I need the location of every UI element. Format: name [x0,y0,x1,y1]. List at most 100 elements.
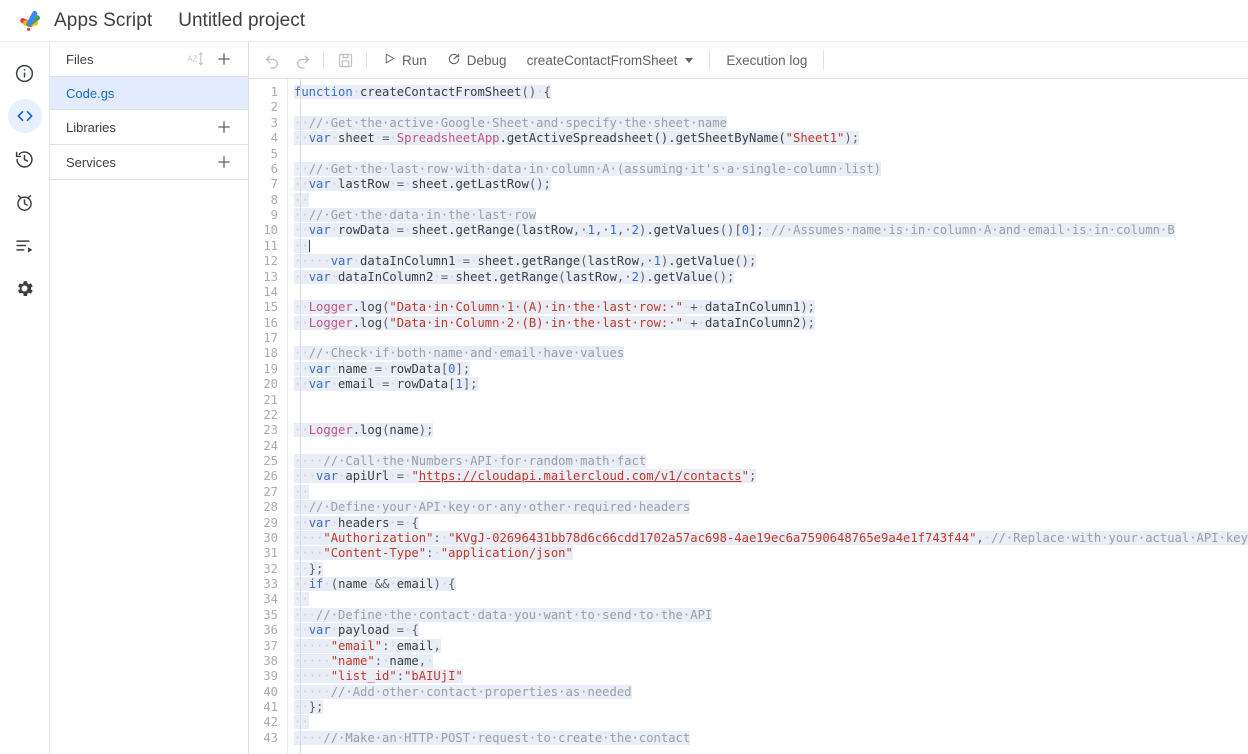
code-content[interactable]: function·createContactFromSheet()·{ ··//·… [287,79,1248,754]
line-number: 19 [249,362,278,377]
section-libraries[interactable]: Libraries [50,110,248,145]
code-line[interactable]: ··var·name·=·rowData[0]; [288,362,1248,377]
brand-name[interactable]: Apps Script [54,10,152,32]
line-number: 16 [249,316,278,331]
line-number: 36 [249,623,278,638]
undo-arrow-icon[interactable] [257,45,287,75]
execution-log-button[interactable]: Execution log [716,46,817,74]
add-service-icon[interactable] [214,152,234,172]
code-line[interactable]: ··var·email·=·rowData[1]; [288,377,1248,392]
code-line[interactable]: ··//·Get·the·data·in·the·last·row [288,208,1248,223]
sidebar-item-project-settings[interactable] [8,271,42,305]
code-line[interactable]: ····//·Make·an·HTTP·POST·request·to·crea… [288,731,1248,746]
debug-bug-icon [447,52,461,69]
code-line[interactable]: ··Logger.log("Data·in·Column·1·(A)·in·th… [288,300,1248,315]
line-number: 1 [249,85,278,100]
debug-button[interactable]: Debug [437,46,517,74]
chevron-down-icon [685,58,693,63]
code-line[interactable]: ·····//·Add·other·contact·properties·as·… [288,685,1248,700]
section-services[interactable]: Services [50,145,248,180]
code-line[interactable]: ··//·Get·the·active·Google·Sheet·and·spe… [288,116,1248,131]
line-number: 8 [249,193,278,208]
app-header: Apps Script Untitled project [0,0,1248,41]
code-line[interactable]: ····"Content-Type":·"application/json" [288,546,1248,561]
sidebar-item-editor[interactable] [8,99,42,133]
apps-script-logo-icon [20,8,46,34]
function-selector-label: createContactFromSheet [527,53,678,68]
svg-text:AZ: AZ [187,54,197,63]
code-line[interactable]: ···//·Define·the·contact·data·you·want·t… [288,608,1248,623]
code-line[interactable] [288,331,1248,346]
code-line[interactable] [288,285,1248,300]
line-number: 40 [249,685,278,700]
line-number: 15 [249,300,278,315]
line-number: 27 [249,485,278,500]
code-line[interactable]: ·· [288,239,1248,254]
code-line[interactable]: ·· [288,715,1248,730]
files-panel-header: Files AZ [50,42,248,77]
code-line[interactable]: ·····var·dataInColumn1·=·sheet.getRange(… [288,254,1248,269]
code-line[interactable]: ·· [288,592,1248,607]
redo-arrow-icon[interactable] [287,45,317,75]
code-line[interactable]: ··//·Get·the·last·row·with·data·in·colum… [288,162,1248,177]
line-number: 39 [249,669,278,684]
code-line[interactable] [288,439,1248,454]
text-cursor [309,240,310,252]
save-disk-icon[interactable] [330,45,360,75]
line-number: 6 [249,162,278,177]
file-item-code-gs[interactable]: Code.gs [50,77,248,110]
code-line[interactable]: ·····"name":·name,· [288,654,1248,669]
code-line[interactable] [288,393,1248,408]
code-line[interactable]: ··var·lastRow·=·sheet.getLastRow(); [288,177,1248,192]
code-line[interactable] [288,147,1248,162]
code-line[interactable]: ··var·sheet·=·SpreadsheetApp.getActiveSp… [288,131,1248,146]
code-editor[interactable]: 1234567891011121314151617181920212223242… [249,79,1248,754]
code-line[interactable]: ··Logger.log("Data·in·Column·2·(B)·in·th… [288,316,1248,331]
line-number: 33 [249,577,278,592]
line-number: 41 [249,700,278,715]
code-line[interactable]: ··var·rowData·=·sheet.getRange(lastRow,·… [288,223,1248,238]
code-line[interactable]: ·· [288,193,1248,208]
add-file-icon[interactable] [214,49,234,69]
code-line[interactable]: ··//·Check·if·both·name·and·email·have·v… [288,346,1248,361]
files-header-label: Files [66,52,184,67]
line-number: 25 [249,454,278,469]
code-line[interactable]: ··//·Define·your·API·key·or·any·other·re… [288,500,1248,515]
code-line[interactable]: ··if·(name·&&·email)·{ [288,577,1248,592]
project-title[interactable]: Untitled project [178,10,305,32]
code-line[interactable] [288,408,1248,423]
code-line[interactable]: ··}; [288,700,1248,715]
code-line[interactable]: ·····"list_id":"bAIUjI" [288,669,1248,684]
files-panel: Files AZ [49,42,249,754]
run-button-label: Run [402,53,427,68]
code-line[interactable]: ··var·payload·=·{ [288,623,1248,638]
sidebar-item-triggers[interactable] [8,185,42,219]
toolbar-divider-3 [709,51,710,69]
code-line[interactable]: ·····"email":·email, [288,639,1248,654]
sidebar-item-executions[interactable] [8,228,42,262]
code-line[interactable]: ····//·Call·the·Numbers·API·for·random·m… [288,454,1248,469]
file-item-label: Code.gs [66,86,114,101]
sort-alpha-icon[interactable]: AZ [184,49,204,69]
add-library-icon[interactable] [214,117,234,137]
workspace: Files AZ [0,41,1248,754]
line-number: 21 [249,393,278,408]
code-line[interactable]: ····"Authorization":·"KVgJ-02696431bb78d… [288,531,1248,546]
run-button[interactable]: Run [373,46,437,74]
editor-column: Run Debug createContactFromSheet [249,42,1248,754]
line-number: 37 [249,639,278,654]
code-line[interactable]: function·createContactFromSheet()·{ [288,85,1248,100]
code-line[interactable] [288,100,1248,115]
code-line[interactable]: ··var·headers·=·{ [288,516,1248,531]
sidebar-item-overview[interactable] [8,56,42,90]
sidebar-item-triggers-history[interactable] [8,142,42,176]
code-line[interactable]: ·· [288,485,1248,500]
code-line[interactable]: ··Logger.log(name); [288,423,1248,438]
code-line[interactable]: ··var·dataInColumn2·=·sheet.getRange(las… [288,270,1248,285]
code-line[interactable]: ··}; [288,562,1248,577]
code-line[interactable]: ···var·apiUrl·=·"https://cloudapi.mailer… [288,469,1248,484]
toolbar-divider [323,51,324,69]
function-selector[interactable]: createContactFromSheet [517,46,704,74]
execution-log-label: Execution log [726,53,807,68]
apps-script-window: Apps Script Untitled project [0,0,1248,754]
